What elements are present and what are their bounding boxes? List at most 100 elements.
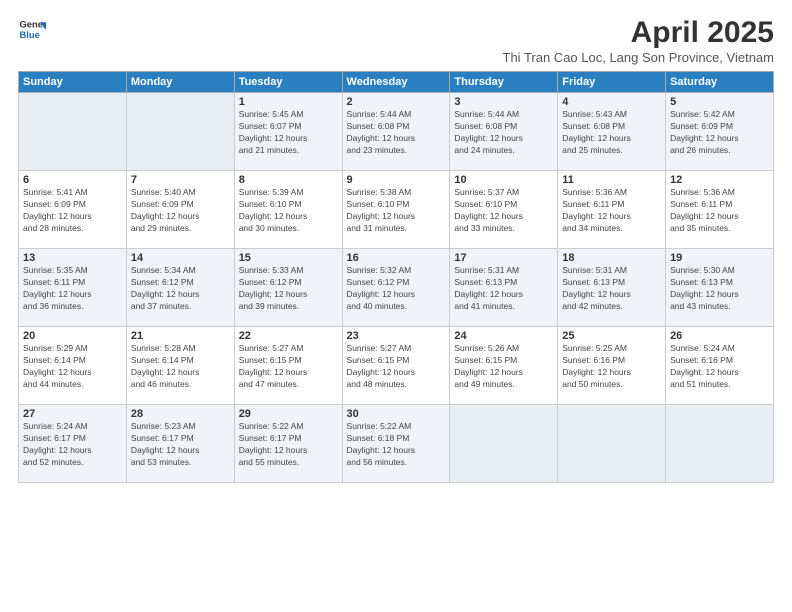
- day-cell: [126, 93, 234, 171]
- day-cell: 7Sunrise: 5:40 AMSunset: 6:09 PMDaylight…: [126, 171, 234, 249]
- day-info: Sunrise: 5:27 AMSunset: 6:15 PMDaylight:…: [239, 343, 338, 391]
- day-cell: 20Sunrise: 5:29 AMSunset: 6:14 PMDayligh…: [19, 327, 127, 405]
- day-info: Sunrise: 5:27 AMSunset: 6:15 PMDaylight:…: [347, 343, 446, 391]
- header-row: Sunday Monday Tuesday Wednesday Thursday…: [19, 72, 774, 93]
- day-cell: [666, 405, 774, 483]
- logo: General Blue: [18, 16, 48, 44]
- day-number: 8: [239, 174, 338, 186]
- day-cell: 28Sunrise: 5:23 AMSunset: 6:17 PMDayligh…: [126, 405, 234, 483]
- day-cell: 19Sunrise: 5:30 AMSunset: 6:13 PMDayligh…: [666, 249, 774, 327]
- day-info: Sunrise: 5:40 AMSunset: 6:09 PMDaylight:…: [131, 187, 230, 235]
- day-info: Sunrise: 5:34 AMSunset: 6:12 PMDaylight:…: [131, 265, 230, 313]
- day-info: Sunrise: 5:43 AMSunset: 6:08 PMDaylight:…: [562, 109, 661, 157]
- day-number: 22: [239, 330, 338, 342]
- day-cell: [450, 405, 558, 483]
- day-number: 10: [454, 174, 553, 186]
- day-number: 2: [347, 96, 446, 108]
- day-cell: 17Sunrise: 5:31 AMSunset: 6:13 PMDayligh…: [450, 249, 558, 327]
- col-tuesday: Tuesday: [234, 72, 342, 93]
- day-number: 9: [347, 174, 446, 186]
- day-info: Sunrise: 5:36 AMSunset: 6:11 PMDaylight:…: [670, 187, 769, 235]
- day-cell: 12Sunrise: 5:36 AMSunset: 6:11 PMDayligh…: [666, 171, 774, 249]
- day-info: Sunrise: 5:25 AMSunset: 6:16 PMDaylight:…: [562, 343, 661, 391]
- day-info: Sunrise: 5:31 AMSunset: 6:13 PMDaylight:…: [562, 265, 661, 313]
- logo-icon: General Blue: [18, 16, 46, 44]
- calendar-title: April 2025: [503, 16, 774, 50]
- header: General Blue April 2025 Thi Tran Cao Loc…: [18, 16, 774, 65]
- day-number: 21: [131, 330, 230, 342]
- day-number: 15: [239, 252, 338, 264]
- week-row-4: 20Sunrise: 5:29 AMSunset: 6:14 PMDayligh…: [19, 327, 774, 405]
- day-number: 7: [131, 174, 230, 186]
- col-wednesday: Wednesday: [342, 72, 450, 93]
- week-row-2: 6Sunrise: 5:41 AMSunset: 6:09 PMDaylight…: [19, 171, 774, 249]
- day-info: Sunrise: 5:29 AMSunset: 6:14 PMDaylight:…: [23, 343, 122, 391]
- day-cell: 30Sunrise: 5:22 AMSunset: 6:18 PMDayligh…: [342, 405, 450, 483]
- day-number: 29: [239, 408, 338, 420]
- day-info: Sunrise: 5:41 AMSunset: 6:09 PMDaylight:…: [23, 187, 122, 235]
- col-friday: Friday: [558, 72, 666, 93]
- day-info: Sunrise: 5:24 AMSunset: 6:16 PMDaylight:…: [670, 343, 769, 391]
- day-info: Sunrise: 5:45 AMSunset: 6:07 PMDaylight:…: [239, 109, 338, 157]
- day-info: Sunrise: 5:30 AMSunset: 6:13 PMDaylight:…: [670, 265, 769, 313]
- calendar-subtitle: Thi Tran Cao Loc, Lang Son Province, Vie…: [503, 50, 774, 65]
- week-row-3: 13Sunrise: 5:35 AMSunset: 6:11 PMDayligh…: [19, 249, 774, 327]
- day-number: 17: [454, 252, 553, 264]
- day-number: 13: [23, 252, 122, 264]
- day-number: 30: [347, 408, 446, 420]
- day-cell: 5Sunrise: 5:42 AMSunset: 6:09 PMDaylight…: [666, 93, 774, 171]
- day-cell: 2Sunrise: 5:44 AMSunset: 6:08 PMDaylight…: [342, 93, 450, 171]
- day-cell: 8Sunrise: 5:39 AMSunset: 6:10 PMDaylight…: [234, 171, 342, 249]
- col-saturday: Saturday: [666, 72, 774, 93]
- day-number: 27: [23, 408, 122, 420]
- day-cell: 4Sunrise: 5:43 AMSunset: 6:08 PMDaylight…: [558, 93, 666, 171]
- day-cell: 21Sunrise: 5:28 AMSunset: 6:14 PMDayligh…: [126, 327, 234, 405]
- day-cell: [19, 93, 127, 171]
- day-cell: 16Sunrise: 5:32 AMSunset: 6:12 PMDayligh…: [342, 249, 450, 327]
- day-number: 24: [454, 330, 553, 342]
- day-number: 28: [131, 408, 230, 420]
- day-cell: 9Sunrise: 5:38 AMSunset: 6:10 PMDaylight…: [342, 171, 450, 249]
- day-cell: 13Sunrise: 5:35 AMSunset: 6:11 PMDayligh…: [19, 249, 127, 327]
- day-number: 23: [347, 330, 446, 342]
- day-info: Sunrise: 5:38 AMSunset: 6:10 PMDaylight:…: [347, 187, 446, 235]
- day-cell: 24Sunrise: 5:26 AMSunset: 6:15 PMDayligh…: [450, 327, 558, 405]
- day-cell: 18Sunrise: 5:31 AMSunset: 6:13 PMDayligh…: [558, 249, 666, 327]
- day-info: Sunrise: 5:36 AMSunset: 6:11 PMDaylight:…: [562, 187, 661, 235]
- day-info: Sunrise: 5:23 AMSunset: 6:17 PMDaylight:…: [131, 421, 230, 469]
- week-row-5: 27Sunrise: 5:24 AMSunset: 6:17 PMDayligh…: [19, 405, 774, 483]
- day-info: Sunrise: 5:39 AMSunset: 6:10 PMDaylight:…: [239, 187, 338, 235]
- col-sunday: Sunday: [19, 72, 127, 93]
- day-cell: 25Sunrise: 5:25 AMSunset: 6:16 PMDayligh…: [558, 327, 666, 405]
- day-info: Sunrise: 5:44 AMSunset: 6:08 PMDaylight:…: [347, 109, 446, 157]
- day-info: Sunrise: 5:28 AMSunset: 6:14 PMDaylight:…: [131, 343, 230, 391]
- day-number: 16: [347, 252, 446, 264]
- calendar-table: Sunday Monday Tuesday Wednesday Thursday…: [18, 71, 774, 483]
- day-number: 26: [670, 330, 769, 342]
- day-cell: 29Sunrise: 5:22 AMSunset: 6:17 PMDayligh…: [234, 405, 342, 483]
- day-number: 4: [562, 96, 661, 108]
- day-info: Sunrise: 5:31 AMSunset: 6:13 PMDaylight:…: [454, 265, 553, 313]
- day-cell: 3Sunrise: 5:44 AMSunset: 6:08 PMDaylight…: [450, 93, 558, 171]
- day-cell: 22Sunrise: 5:27 AMSunset: 6:15 PMDayligh…: [234, 327, 342, 405]
- day-cell: 23Sunrise: 5:27 AMSunset: 6:15 PMDayligh…: [342, 327, 450, 405]
- day-info: Sunrise: 5:42 AMSunset: 6:09 PMDaylight:…: [670, 109, 769, 157]
- svg-text:Blue: Blue: [20, 30, 40, 40]
- day-cell: 1Sunrise: 5:45 AMSunset: 6:07 PMDaylight…: [234, 93, 342, 171]
- day-cell: 11Sunrise: 5:36 AMSunset: 6:11 PMDayligh…: [558, 171, 666, 249]
- day-info: Sunrise: 5:22 AMSunset: 6:18 PMDaylight:…: [347, 421, 446, 469]
- day-info: Sunrise: 5:26 AMSunset: 6:15 PMDaylight:…: [454, 343, 553, 391]
- day-info: Sunrise: 5:33 AMSunset: 6:12 PMDaylight:…: [239, 265, 338, 313]
- day-number: 11: [562, 174, 661, 186]
- day-info: Sunrise: 5:44 AMSunset: 6:08 PMDaylight:…: [454, 109, 553, 157]
- title-block: April 2025 Thi Tran Cao Loc, Lang Son Pr…: [503, 16, 774, 65]
- day-number: 18: [562, 252, 661, 264]
- day-number: 12: [670, 174, 769, 186]
- day-cell: 15Sunrise: 5:33 AMSunset: 6:12 PMDayligh…: [234, 249, 342, 327]
- day-cell: 14Sunrise: 5:34 AMSunset: 6:12 PMDayligh…: [126, 249, 234, 327]
- col-monday: Monday: [126, 72, 234, 93]
- day-number: 6: [23, 174, 122, 186]
- day-cell: 26Sunrise: 5:24 AMSunset: 6:16 PMDayligh…: [666, 327, 774, 405]
- day-number: 19: [670, 252, 769, 264]
- day-number: 5: [670, 96, 769, 108]
